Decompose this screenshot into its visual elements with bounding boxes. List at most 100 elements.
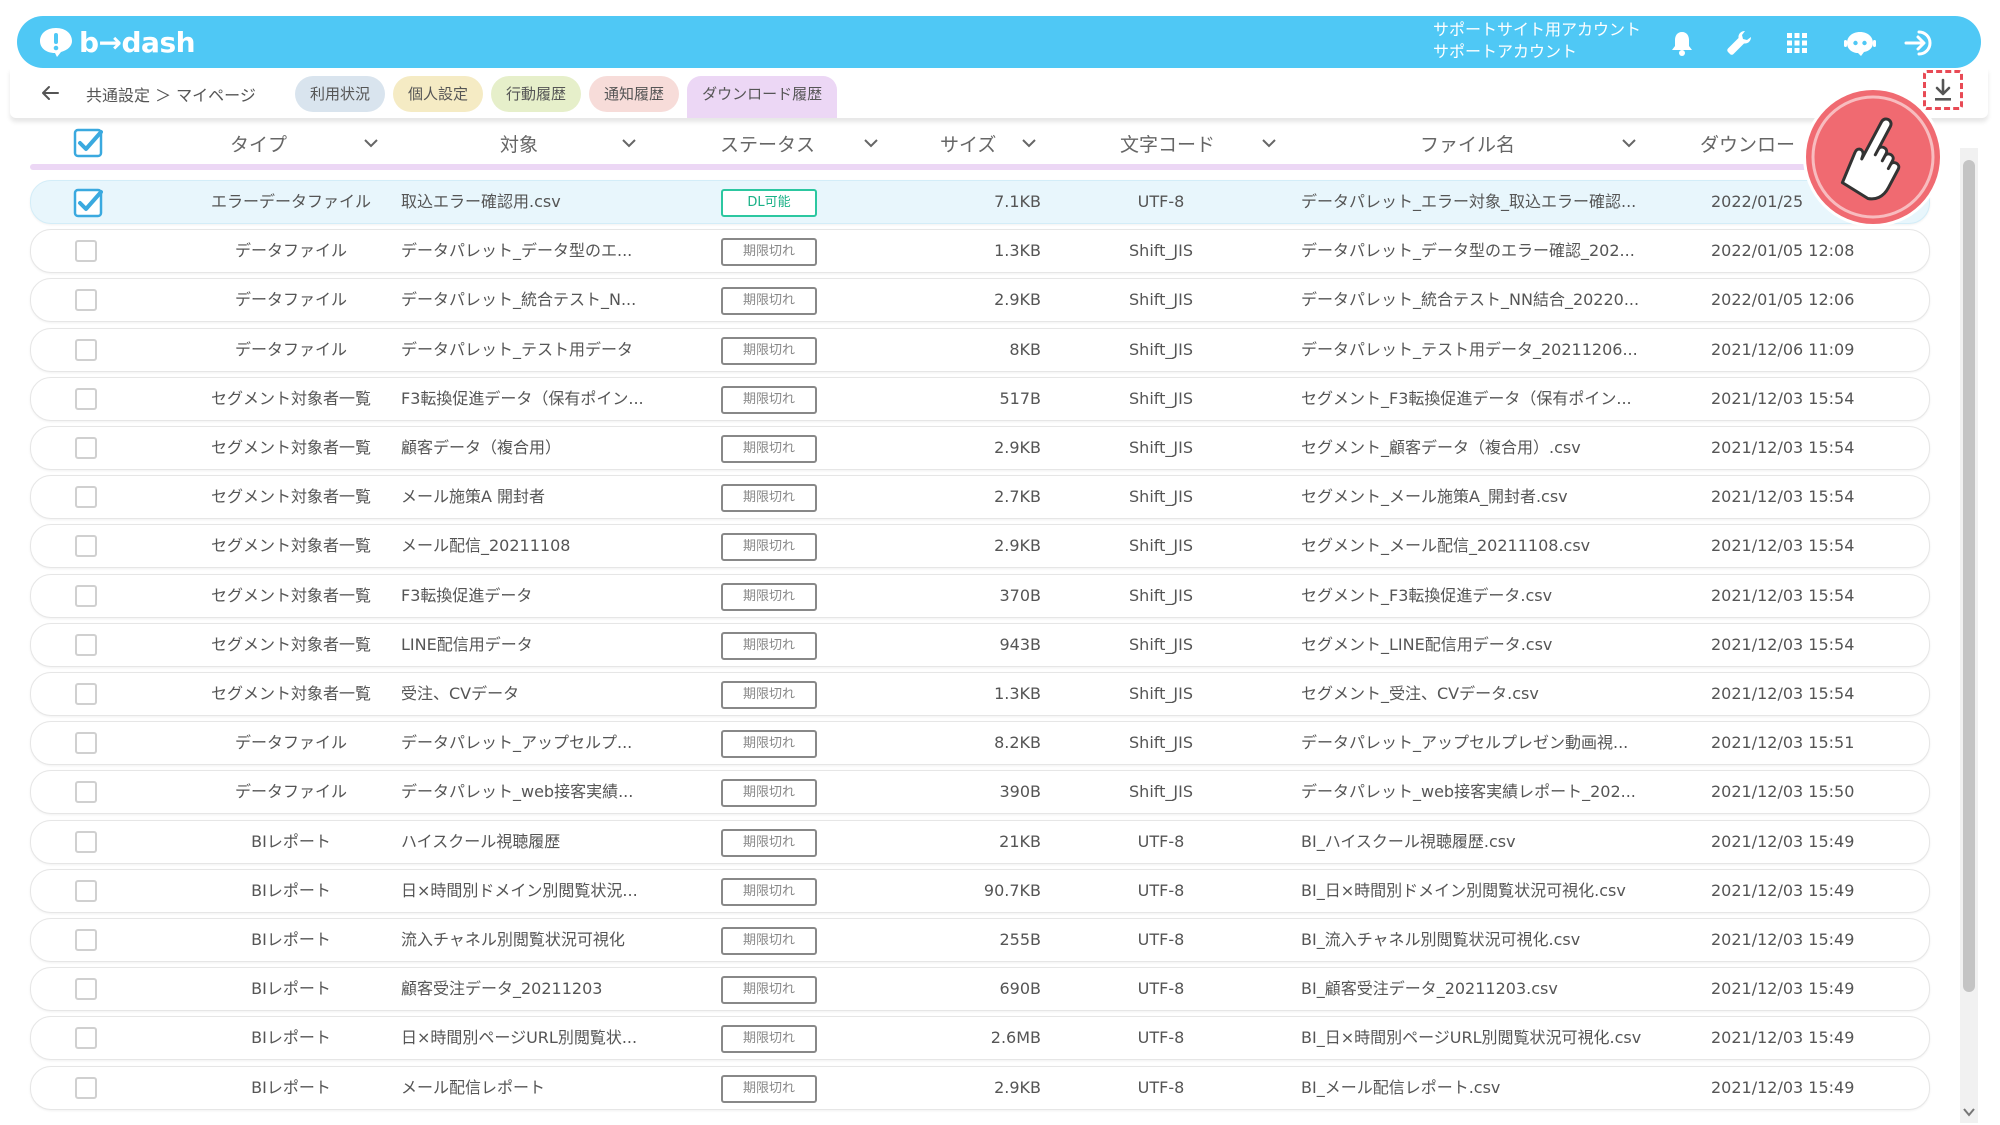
cell-type: データファイル bbox=[234, 340, 347, 359]
cell-filename: BI_ハイスクール視聴履歴.csv bbox=[1301, 832, 1516, 851]
table-row[interactable]: セグメント対象者一覧 F3転換促進データ（保有ポイン... 期限切れ 517B Shif… bbox=[30, 377, 1930, 421]
table-row[interactable]: BIレポート 流入チャネル別閲覧状況可視化 期限切れ 255B UTF-8 BI_流入チャ… bbox=[30, 918, 1930, 962]
cell-type: セグメント対象者一覧 bbox=[210, 684, 371, 703]
cell-download-date: 2021/12/03 15:54 bbox=[1711, 438, 1855, 457]
chevron-down-icon[interactable] bbox=[622, 138, 636, 148]
cell-type: セグメント対象者一覧 bbox=[210, 536, 371, 555]
column-header-encoding[interactable]: 文字コード bbox=[1120, 130, 1215, 157]
column-header-download-date[interactable]: ダウンロー bbox=[1700, 130, 1795, 157]
cell-size: 2.9KB bbox=[994, 438, 1041, 457]
chat-bot-icon[interactable] bbox=[1843, 29, 1877, 57]
row-checkbox[interactable] bbox=[75, 1077, 97, 1099]
table-row[interactable]: データファイル データパレット_アップセルプ... 期限切れ 8.2KB Shift_J… bbox=[30, 721, 1930, 765]
column-header-filename[interactable]: ファイル名 bbox=[1420, 130, 1515, 157]
account-info[interactable]: サポートサイト用アカウント サポートアカウント bbox=[1433, 19, 1641, 63]
table-row[interactable]: データファイル データパレット_統合テスト_N... 期限切れ 2.9KB Shift_… bbox=[30, 278, 1930, 322]
table-row[interactable]: BIレポート 日×時間別ページURL別閲覧状... 期限切れ 2.6MB UTF-8 BI… bbox=[30, 1016, 1930, 1060]
row-checkbox[interactable] bbox=[75, 437, 97, 459]
table-row[interactable]: エラーデータファイル 取込エラー確認用.csv DL可能 7.1KB UTF-8 データパ… bbox=[30, 180, 1930, 224]
cell-size: 2.9KB bbox=[994, 536, 1041, 555]
logo-text: b→dash bbox=[79, 25, 196, 59]
table-row[interactable]: セグメント対象者一覧 顧客データ（複合用） 期限切れ 2.9KB Shift_JIS セグ… bbox=[30, 426, 1930, 470]
cell-download-date: 2021/12/03 15:50 bbox=[1711, 782, 1855, 801]
select-all-checkbox[interactable] bbox=[73, 128, 103, 158]
cell-target: メール施策A 開封者 bbox=[401, 487, 546, 506]
table-row[interactable]: BIレポート 顧客受注データ_20211203 期限切れ 690B UTF-8 BI_顧客… bbox=[30, 967, 1930, 1011]
cell-type: セグメント対象者一覧 bbox=[210, 389, 371, 408]
row-checkbox[interactable] bbox=[75, 585, 97, 607]
breadcrumb[interactable]: 共通設定 ＞ マイページ bbox=[86, 82, 256, 106]
table-row[interactable]: BIレポート 日×時間別ドメイン別閲覧状況... 期限切れ 90.7KB UTF-8 BI… bbox=[30, 869, 1930, 913]
logo[interactable]: b→dash bbox=[37, 25, 196, 59]
tab-download-history[interactable]: ダウンロード履歴 bbox=[687, 76, 838, 118]
row-checkbox[interactable] bbox=[75, 683, 97, 705]
cell-size: 370B bbox=[999, 586, 1041, 605]
table-row[interactable]: BIレポート メール配信レポート 期限切れ 2.9KB UTF-8 BI_メール配信レポー… bbox=[30, 1066, 1930, 1110]
table-row[interactable]: セグメント対象者一覧 メール施策A 開封者 期限切れ 2.7KB Shift_JIS セグ… bbox=[30, 475, 1930, 519]
table-row[interactable]: BIレポート ハイスクール視聴履歴 期限切れ 21KB UTF-8 BI_ハイスクール視聴… bbox=[30, 820, 1930, 864]
column-header-size[interactable]: サイズ bbox=[940, 130, 996, 157]
row-checkbox[interactable] bbox=[75, 486, 97, 508]
cell-download-date: 2021/12/03 15:49 bbox=[1711, 1078, 1855, 1097]
scroll-down-arrow-icon[interactable] bbox=[1962, 1106, 1976, 1118]
chevron-down-icon[interactable] bbox=[1622, 138, 1636, 148]
cell-download-date: 2022/01/25 bbox=[1711, 192, 1804, 211]
row-checkbox[interactable] bbox=[75, 634, 97, 656]
table-row[interactable]: データファイル データパレット_テスト用データ 期限切れ 8KB Shift_JIS デー… bbox=[30, 328, 1930, 372]
column-header-type[interactable]: タイプ bbox=[230, 130, 287, 157]
apps-grid-icon[interactable] bbox=[1782, 29, 1812, 57]
tab-notification-history[interactable]: 通知履歴 bbox=[589, 76, 680, 112]
tab-activity-history[interactable]: 行動履歴 bbox=[491, 76, 582, 112]
table-row[interactable]: セグメント対象者一覧 受注、CVデータ 期限切れ 1.3KB Shift_JIS セグメン… bbox=[30, 672, 1930, 716]
cell-type: BIレポート bbox=[251, 930, 331, 949]
cell-encoding: Shift_JIS bbox=[1129, 290, 1193, 309]
table-row[interactable]: セグメント対象者一覧 メール配信_20211108 期限切れ 2.9KB Shift_J… bbox=[30, 524, 1930, 568]
row-checkbox[interactable] bbox=[75, 240, 97, 262]
cell-filename: データパレット_アップセルプレゼン動画視... bbox=[1301, 733, 1629, 752]
cell-size: 8KB bbox=[1009, 340, 1041, 359]
cell-encoding: Shift_JIS bbox=[1129, 536, 1193, 555]
row-checkbox[interactable] bbox=[75, 1027, 97, 1049]
cell-type: BIレポート bbox=[251, 1028, 331, 1047]
cell-type: データファイル bbox=[234, 733, 347, 752]
row-checkbox[interactable] bbox=[75, 781, 97, 803]
row-checkbox[interactable] bbox=[75, 978, 97, 1000]
status-badge: 期限切れ bbox=[721, 337, 817, 365]
status-badge: 期限切れ bbox=[721, 435, 817, 463]
row-checkbox[interactable] bbox=[75, 339, 97, 361]
cell-type: セグメント対象者一覧 bbox=[210, 635, 371, 654]
bell-icon[interactable] bbox=[1667, 29, 1697, 57]
chevron-down-icon[interactable] bbox=[864, 138, 878, 148]
column-header-target[interactable]: 対象 bbox=[500, 130, 538, 157]
table-row[interactable]: データファイル データパレット_データ型のエ... 期限切れ 1.3KB Shift_J… bbox=[30, 229, 1930, 273]
table-row[interactable]: データファイル データパレット_web接客実績... 期限切れ 390B Shift_J… bbox=[30, 770, 1930, 814]
status-badge[interactable]: DL可能 bbox=[721, 189, 817, 217]
chevron-down-icon[interactable] bbox=[1022, 138, 1036, 148]
tab-usage-status[interactable]: 利用状況 bbox=[295, 76, 386, 112]
cell-download-date: 2021/12/03 15:54 bbox=[1711, 536, 1855, 555]
table-row[interactable]: セグメント対象者一覧 F3転換促進データ 期限切れ 370B Shift_JIS セグメン… bbox=[30, 574, 1930, 618]
logout-icon[interactable] bbox=[1903, 29, 1937, 57]
status-badge: 期限切れ bbox=[721, 1025, 817, 1053]
wrench-icon[interactable] bbox=[1725, 29, 1755, 57]
row-checkbox[interactable] bbox=[75, 929, 97, 951]
row-checkbox[interactable] bbox=[75, 831, 97, 853]
cell-target: メール配信_20211108 bbox=[401, 536, 571, 555]
chevron-down-icon[interactable] bbox=[364, 138, 378, 148]
chevron-down-icon[interactable] bbox=[1262, 138, 1276, 148]
row-checkbox[interactable] bbox=[75, 880, 97, 902]
column-header-status[interactable]: ステータス bbox=[720, 130, 815, 157]
cell-type: データファイル bbox=[234, 782, 347, 801]
table-row[interactable]: セグメント対象者一覧 LINE配信用データ 期限切れ 943B Shift_JIS セグメ… bbox=[30, 623, 1930, 667]
row-checkbox[interactable] bbox=[73, 188, 103, 218]
row-checkbox[interactable] bbox=[75, 289, 97, 311]
tab-personal-settings[interactable]: 個人設定 bbox=[393, 76, 484, 112]
status-badge: 期限切れ bbox=[721, 238, 817, 266]
row-checkbox[interactable] bbox=[75, 388, 97, 410]
cell-target: 顧客受注データ_20211203 bbox=[401, 979, 603, 998]
back-arrow-icon[interactable] bbox=[40, 84, 60, 102]
row-checkbox[interactable] bbox=[75, 535, 97, 557]
row-checkbox[interactable] bbox=[75, 732, 97, 754]
scrollbar-thumb[interactable] bbox=[1963, 160, 1975, 992]
cell-filename: セグメント_顧客データ（複合用）.csv bbox=[1301, 438, 1581, 457]
